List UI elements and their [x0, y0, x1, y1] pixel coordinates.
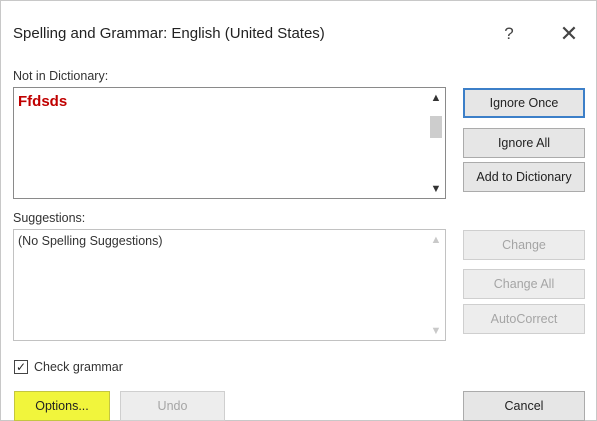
options-button[interactable]: Options...	[14, 391, 110, 421]
help-button[interactable]: ?	[494, 19, 524, 49]
suggestion-item[interactable]: (No Spelling Suggestions)	[18, 234, 163, 248]
suggestions-label: Suggestions:	[13, 211, 86, 225]
scroll-down-icon[interactable]: ▼	[427, 183, 445, 195]
ignore-all-button[interactable]: Ignore All	[463, 128, 585, 158]
misspelled-word: Ffdsds	[18, 93, 68, 110]
dialog-title: Spelling and Grammar: English (United St…	[13, 25, 325, 42]
not-in-dictionary-label: Not in Dictionary:	[13, 69, 109, 83]
suggestions-list[interactable]: (No Spelling Suggestions) ▲ ▼	[13, 229, 446, 341]
check-grammar-checkbox[interactable]: ✓	[14, 360, 28, 374]
not-in-dictionary-scrollbar[interactable]: ▲ ▼	[427, 88, 445, 198]
undo-button[interactable]: Undo	[120, 391, 225, 421]
cancel-button[interactable]: Cancel	[463, 391, 585, 421]
autocorrect-button[interactable]: AutoCorrect	[463, 304, 585, 334]
not-in-dictionary-box[interactable]: Ffdsds ▲ ▼	[13, 87, 446, 199]
change-button[interactable]: Change	[463, 230, 585, 260]
scroll-up-icon: ▲	[430, 234, 442, 246]
change-all-button[interactable]: Change All	[463, 269, 585, 299]
scroll-thumb[interactable]	[430, 116, 442, 138]
close-button[interactable]: ✕	[554, 19, 584, 49]
scroll-up-icon[interactable]: ▲	[427, 92, 445, 104]
check-grammar-label[interactable]: Check grammar	[34, 360, 123, 374]
add-to-dictionary-button[interactable]: Add to Dictionary	[463, 162, 585, 192]
ignore-once-button[interactable]: Ignore Once	[463, 88, 585, 118]
scroll-down-icon: ▼	[430, 325, 442, 337]
spelling-grammar-dialog: Spelling and Grammar: English (United St…	[0, 0, 597, 421]
suggestions-scrollbar: ▲ ▼	[427, 230, 445, 340]
